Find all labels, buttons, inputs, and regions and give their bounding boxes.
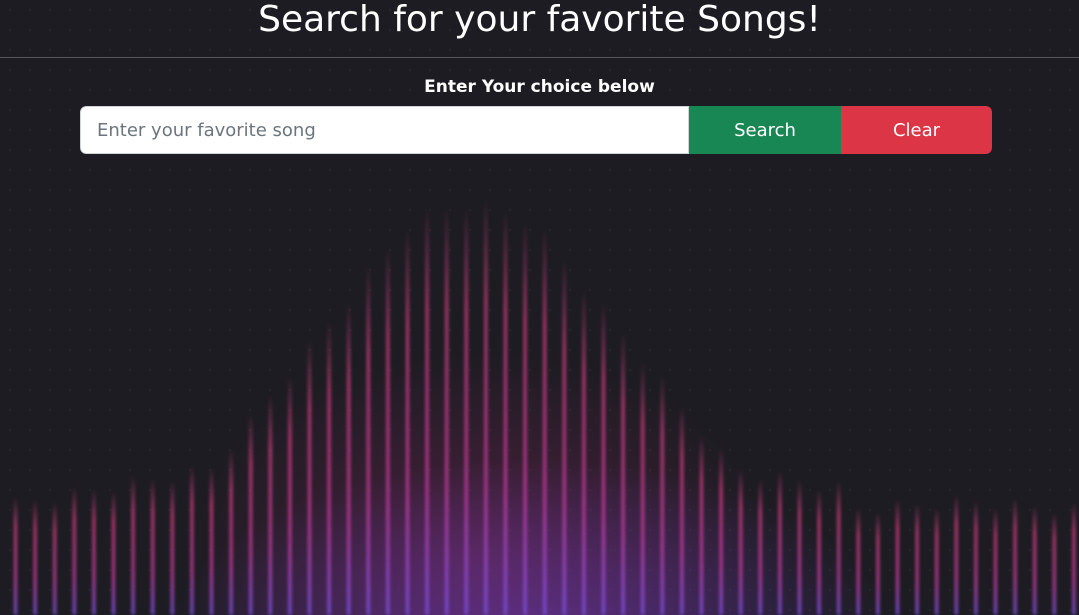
equalizer-bar bbox=[994, 508, 997, 615]
equalizer-bar bbox=[484, 198, 488, 615]
equalizer-bar bbox=[327, 321, 331, 615]
equalizer-bar bbox=[386, 247, 390, 615]
page-title: Search for your favorite Songs! bbox=[258, 0, 821, 40]
search-prompt: Enter Your choice below bbox=[424, 77, 655, 97]
equalizer-bar bbox=[229, 449, 233, 615]
equalizer-bar bbox=[464, 207, 468, 615]
equalizer-bar bbox=[92, 489, 96, 615]
equalizer-bar bbox=[268, 394, 272, 615]
equalizer-bar bbox=[249, 413, 253, 615]
equalizer-bar bbox=[170, 481, 174, 615]
equalizer-bar bbox=[308, 339, 311, 615]
equalizer-bar bbox=[347, 302, 351, 615]
equalizer-bar bbox=[876, 512, 880, 615]
equalizer-bar bbox=[739, 469, 743, 615]
equalizer-bar bbox=[1072, 503, 1076, 615]
equalizer-bar bbox=[582, 289, 586, 615]
equalizer-bar bbox=[151, 478, 155, 615]
equalizer-bar bbox=[33, 499, 37, 615]
equalizer-bar bbox=[366, 266, 370, 615]
page-header: Search for your favorite Songs! bbox=[0, 0, 1079, 58]
equalizer-bar bbox=[954, 494, 958, 615]
equalizer-bar bbox=[660, 375, 664, 615]
equalizer-bar bbox=[190, 465, 194, 615]
song-search-input[interactable] bbox=[80, 106, 689, 154]
equalizer-bar bbox=[445, 207, 449, 615]
equalizer-bar bbox=[621, 332, 625, 615]
equalizer-bar bbox=[523, 222, 527, 615]
equalizer-bar bbox=[680, 406, 684, 615]
equalizer-bar bbox=[112, 491, 115, 615]
search-form: Search Clear bbox=[80, 106, 992, 154]
equalizer-bar bbox=[602, 302, 605, 615]
equalizer-bar bbox=[856, 508, 860, 615]
equalizer-bar bbox=[53, 502, 57, 615]
equalizer-bar bbox=[896, 499, 899, 615]
equalizer-bar bbox=[504, 210, 507, 615]
equalizer-bar bbox=[406, 229, 409, 615]
equalizer-bar bbox=[131, 476, 135, 615]
equalizer-bar bbox=[719, 449, 723, 615]
equalizer-bar bbox=[700, 436, 703, 615]
search-button[interactable]: Search bbox=[689, 106, 841, 154]
equalizer-bar bbox=[14, 497, 17, 615]
equalizer-bar bbox=[72, 486, 76, 615]
equalizer-bar bbox=[817, 489, 821, 615]
equalizer-bar bbox=[641, 363, 645, 615]
equalizer-bar bbox=[935, 508, 939, 615]
equalizer-bar bbox=[288, 376, 292, 615]
equalizer-bar bbox=[778, 470, 782, 615]
equalizer-bar bbox=[837, 481, 841, 615]
equalizer-bar bbox=[915, 503, 919, 615]
equalizer-bar bbox=[210, 468, 213, 615]
equalizer-bar bbox=[543, 228, 547, 615]
equalizer-bar bbox=[1033, 505, 1037, 615]
equalizer-bar bbox=[562, 259, 566, 615]
equalizer-bar bbox=[758, 479, 762, 615]
page: Search for your favorite Songs! Enter Yo… bbox=[0, 0, 1079, 615]
equalizer-bar bbox=[974, 501, 978, 615]
equalizer-bar bbox=[425, 207, 429, 615]
equalizer-bar bbox=[1013, 498, 1017, 615]
equalizer-bar bbox=[1052, 513, 1056, 615]
equalizer-bar bbox=[798, 480, 801, 615]
clear-button[interactable]: Clear bbox=[841, 106, 992, 154]
